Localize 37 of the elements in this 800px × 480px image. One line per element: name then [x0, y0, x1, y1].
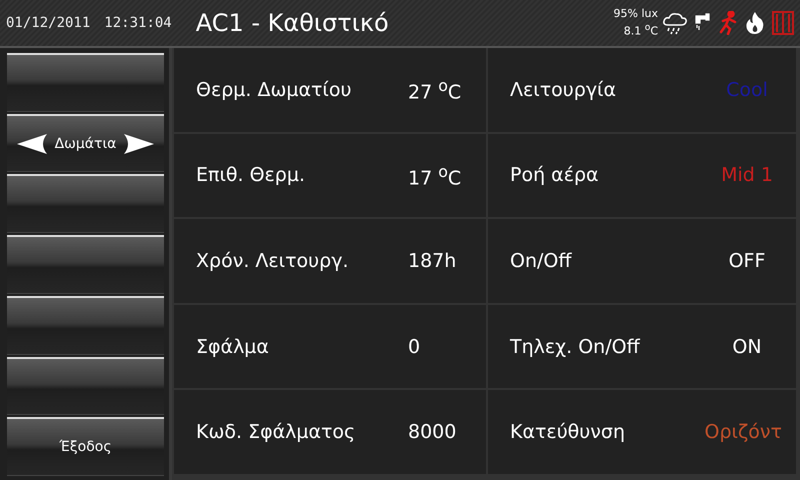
menu-button[interactable]	[7, 174, 164, 234]
setting-label: Κατεύθυνση	[510, 421, 626, 444]
menu-button[interactable]	[7, 53, 164, 112]
setting-value: OFF	[728, 250, 766, 272]
setting-value: Cool	[725, 78, 769, 101]
rooms-label: Δωμάτια	[54, 136, 116, 152]
exit-button[interactable]: Έξοδος	[7, 417, 164, 476]
reading-label: Σφάλμα	[196, 336, 269, 358]
reading-value: 27 $^{o}$C	[408, 76, 462, 104]
door-icon	[772, 11, 794, 35]
setting-label: Τηλεχ. On/Off	[510, 336, 640, 358]
fire-icon	[744, 11, 766, 35]
date-text: 01/12/2011	[6, 15, 90, 31]
setting-label: Λειτουργία	[510, 78, 616, 101]
menu-button[interactable]	[7, 235, 164, 294]
setting-label: On/Off	[510, 250, 572, 272]
setting-label: Ροή αέρα	[510, 164, 599, 186]
menu-button[interactable]	[7, 356, 164, 416]
setting-value: Οριζόντ	[704, 421, 782, 444]
reading-value: 17 $^{o}$C	[408, 162, 462, 190]
setting-value: ON	[731, 336, 763, 358]
reading-value: 8000	[408, 421, 458, 444]
reading-label: Επιθ. Θερμ.	[196, 164, 305, 186]
setting-value: Mid 1	[720, 164, 774, 186]
reading-value: 187h	[408, 250, 458, 272]
reading-label: Κωδ. Σφάλματος	[196, 421, 356, 444]
reading-label: Χρόν. Λειτουργ.	[196, 250, 348, 272]
menu-button[interactable]	[7, 296, 164, 355]
rooms-button[interactable]: Δωμάτια	[7, 114, 164, 172]
window-title: AC1 - Καθιστικό	[196, 9, 390, 37]
time-text: 12:31:04	[104, 15, 172, 31]
outdoor-temp-text: 8.1 $^{o}$C	[624, 21, 658, 39]
reading-label: Θερμ. Δωματίου	[196, 78, 352, 101]
rain-cloud-icon	[662, 11, 688, 35]
running-person-icon	[718, 11, 738, 35]
humidity-text: 95% lux	[614, 7, 658, 22]
reading-value: 0	[408, 336, 422, 358]
